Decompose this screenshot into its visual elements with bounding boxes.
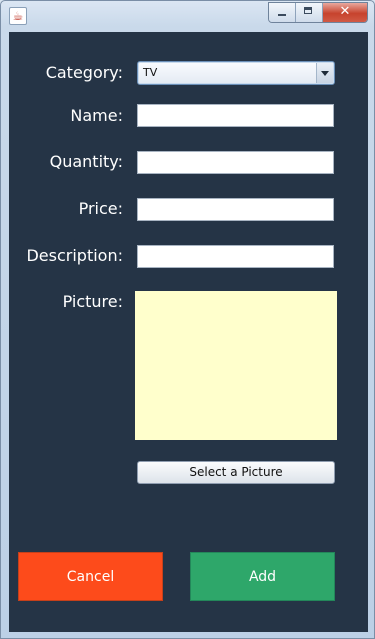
quantity-field[interactable] bbox=[137, 151, 334, 174]
chevron-down-icon[interactable] bbox=[316, 63, 333, 83]
cancel-button[interactable]: Cancel bbox=[18, 552, 163, 601]
category-selected-value: TV bbox=[143, 66, 158, 79]
maximize-button[interactable] bbox=[296, 3, 323, 22]
name-label: Name: bbox=[70, 106, 123, 125]
minimize-icon bbox=[278, 14, 286, 16]
description-field[interactable] bbox=[137, 245, 334, 268]
java-coffee-icon[interactable]: ☕ bbox=[9, 7, 27, 25]
name-field[interactable] bbox=[137, 104, 334, 127]
form-panel: Category: TV Name: Quantity: Price: Desc… bbox=[9, 32, 368, 632]
description-label: Description: bbox=[26, 246, 123, 265]
minimize-button[interactable] bbox=[269, 3, 296, 22]
window-controls: ✕ bbox=[268, 2, 368, 23]
close-button[interactable]: ✕ bbox=[323, 3, 367, 22]
picture-preview bbox=[135, 291, 337, 440]
close-icon: ✕ bbox=[339, 4, 351, 19]
app-window: ☕ ✕ Category: TV Name: Quantity: Price: … bbox=[0, 0, 375, 639]
add-button[interactable]: Add bbox=[190, 552, 335, 601]
price-label: Price: bbox=[78, 199, 123, 218]
maximize-icon bbox=[304, 7, 312, 14]
price-field[interactable] bbox=[137, 198, 334, 221]
category-label: Category: bbox=[45, 63, 123, 82]
select-picture-button[interactable]: Select a Picture bbox=[137, 461, 335, 484]
picture-label: Picture: bbox=[62, 292, 123, 311]
category-combobox[interactable]: TV bbox=[137, 61, 335, 85]
title-bar[interactable]: ☕ ✕ bbox=[1, 1, 374, 31]
quantity-label: Quantity: bbox=[49, 152, 123, 171]
